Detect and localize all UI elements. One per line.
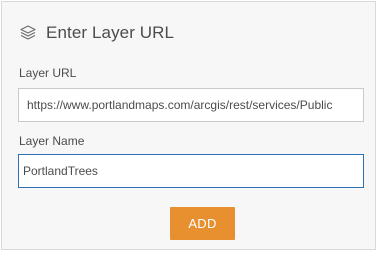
layer-url-label: Layer URL	[19, 66, 77, 80]
panel-title: Enter Layer URL	[46, 23, 175, 42]
layer-name-input[interactable]	[18, 154, 364, 188]
panel-header: Enter Layer URL	[18, 20, 174, 46]
add-button[interactable]: ADD	[170, 207, 235, 240]
layer-url-input[interactable]	[18, 88, 364, 122]
layers-icon	[18, 23, 38, 43]
layer-name-label: Layer Name	[19, 134, 85, 148]
add-layer-panel: Enter Layer URL Layer URL Layer Name ADD	[1, 1, 376, 250]
